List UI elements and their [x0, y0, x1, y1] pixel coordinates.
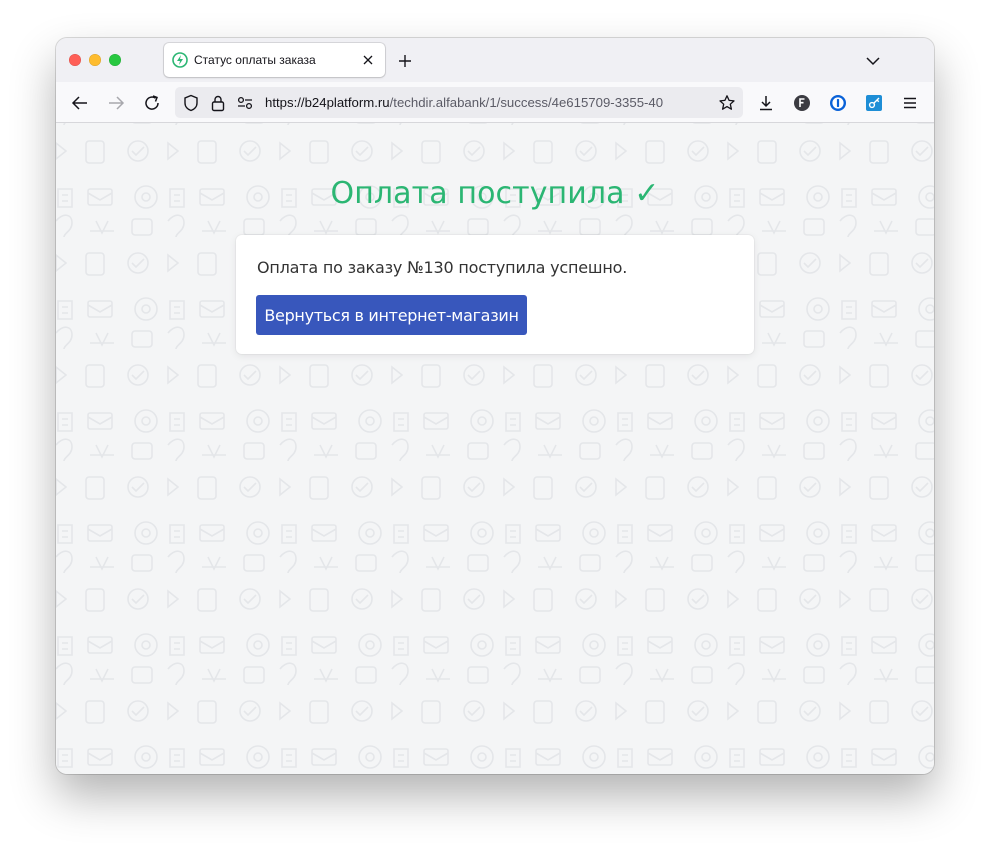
- address-bar[interactable]: https://b24platform.ru/techdir.alfabank/…: [175, 87, 743, 118]
- browser-window: Статус оплаты заказа https://b24platform…: [56, 38, 934, 774]
- tab-payment-status[interactable]: Статус оплаты заказа: [164, 43, 385, 77]
- payment-message: Оплата по заказу №130 поступила успешно.: [257, 258, 628, 277]
- window-close-button[interactable]: [69, 54, 81, 66]
- download-icon[interactable]: [753, 90, 779, 116]
- menu-icon[interactable]: [897, 90, 923, 116]
- lightning-icon: [172, 52, 188, 68]
- back-icon[interactable]: [67, 90, 93, 116]
- tab-strip: Статус оплаты заказа: [56, 38, 934, 82]
- permissions-icon[interactable]: [236, 94, 254, 112]
- window-maximize-button[interactable]: [109, 54, 121, 66]
- page-title: Оплата поступила ✓: [330, 176, 660, 211]
- lock-icon[interactable]: [209, 94, 227, 112]
- forward-icon[interactable]: [103, 90, 129, 116]
- close-tab-icon[interactable]: [359, 51, 377, 69]
- url-path: /techdir.alfabank/1/success/4e615709-335…: [389, 95, 664, 110]
- password-manager-icon[interactable]: [825, 90, 851, 116]
- tracking-shield-icon[interactable]: [182, 94, 200, 112]
- navigation-toolbar: https://b24platform.ru/techdir.alfabank/…: [56, 82, 934, 123]
- extension-f-icon[interactable]: [789, 90, 815, 116]
- payment-status-card: Оплата по заказу №130 поступила успешно.…: [236, 235, 754, 354]
- bookmark-star-icon[interactable]: [717, 93, 737, 113]
- window-minimize-button[interactable]: [89, 54, 101, 66]
- url-host: https://b24platform.ru: [265, 95, 390, 110]
- return-to-store-button[interactable]: Вернуться в интернет-магазин: [256, 295, 527, 335]
- tab-title: Статус оплаты заказа: [194, 53, 316, 67]
- chevron-down-icon[interactable]: [862, 50, 884, 72]
- key-extension-icon[interactable]: [861, 90, 887, 116]
- new-tab-icon[interactable]: [394, 50, 416, 72]
- page-content: Оплата поступила ✓ Оплата по заказу №130…: [56, 123, 934, 774]
- url-text[interactable]: https://b24platform.ru/techdir.alfabank/…: [265, 95, 711, 113]
- reload-icon[interactable]: [139, 90, 165, 116]
